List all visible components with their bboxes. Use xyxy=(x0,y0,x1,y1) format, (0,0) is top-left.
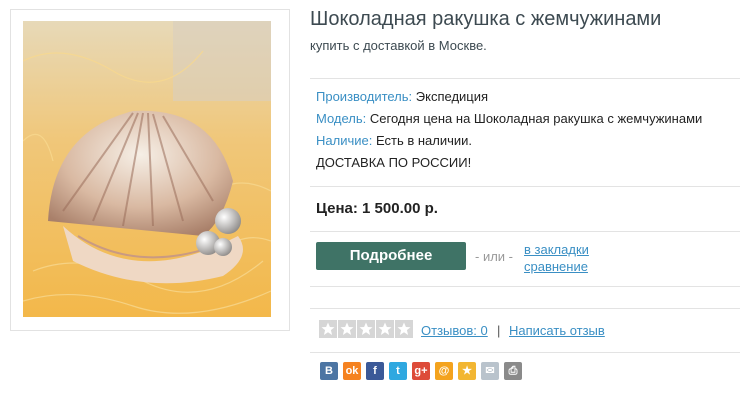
add-to-compare-link[interactable]: сравнение xyxy=(524,259,588,274)
availability-value: Есть в наличии. xyxy=(375,133,473,148)
model-label: Модель: xyxy=(316,111,367,126)
availability-label: Наличие: xyxy=(316,133,373,148)
manufacturer-value: Экспедиция xyxy=(415,89,489,104)
divider xyxy=(310,78,740,79)
reviews-separator: | xyxy=(497,323,501,338)
manufacturer-row: Производитель: Экспедиция xyxy=(316,86,488,108)
share-buttons: Bok f t g+ @ ★ ✉ ⎙ xyxy=(320,362,522,380)
product-subtitle: купить с доставкой в Москве. xyxy=(310,38,487,53)
rating-stars xyxy=(319,320,413,338)
manufacturer-label: Производитель: xyxy=(316,89,413,104)
rating-star-icon xyxy=(395,320,413,338)
divider xyxy=(310,186,740,187)
rating-star-icon xyxy=(376,320,394,338)
divider xyxy=(310,308,740,309)
more-details-button[interactable]: Подробнее xyxy=(316,242,466,270)
favorites-star-icon[interactable]: ★ xyxy=(458,362,476,380)
email-icon[interactable]: ✉ xyxy=(481,362,499,380)
google-plus-icon[interactable]: g+ xyxy=(412,362,430,380)
write-review-link[interactable]: Написать отзыв xyxy=(509,323,605,338)
reviews-count-link[interactable]: Отзывов: 0 xyxy=(421,323,488,338)
odnoklassniki-icon[interactable]: ok xyxy=(343,362,361,380)
add-to-bookmarks-link[interactable]: в закладки xyxy=(524,242,589,257)
rating-star-icon xyxy=(357,320,375,338)
vkontakte-icon[interactable]: B xyxy=(320,362,338,380)
print-icon[interactable]: ⎙ xyxy=(504,362,522,380)
model-value: Сегодня цена на Шоколадная ракушка с жем… xyxy=(369,111,703,126)
divider xyxy=(310,352,740,353)
facebook-icon[interactable]: f xyxy=(366,362,384,380)
model-row: Модель: Сегодня цена на Шоколадная ракуш… xyxy=(316,108,702,130)
product-image xyxy=(23,21,271,317)
twitter-icon[interactable]: t xyxy=(389,362,407,380)
divider xyxy=(310,286,740,287)
availability-row: Наличие: Есть в наличии. xyxy=(316,130,472,152)
rating-star-icon xyxy=(319,320,337,338)
or-text: - или - xyxy=(475,249,513,264)
product-title: Шоколадная ракушка с жемчужинами xyxy=(310,8,662,30)
product-price: Цена: 1 500.00 р. xyxy=(316,200,438,217)
mail-ru-icon[interactable]: @ xyxy=(435,362,453,380)
delivery-note: ДОСТАВКА ПО РОССИИ! xyxy=(316,155,472,170)
product-image-frame[interactable] xyxy=(10,9,290,331)
rating-star-icon xyxy=(338,320,356,338)
divider xyxy=(310,231,740,232)
